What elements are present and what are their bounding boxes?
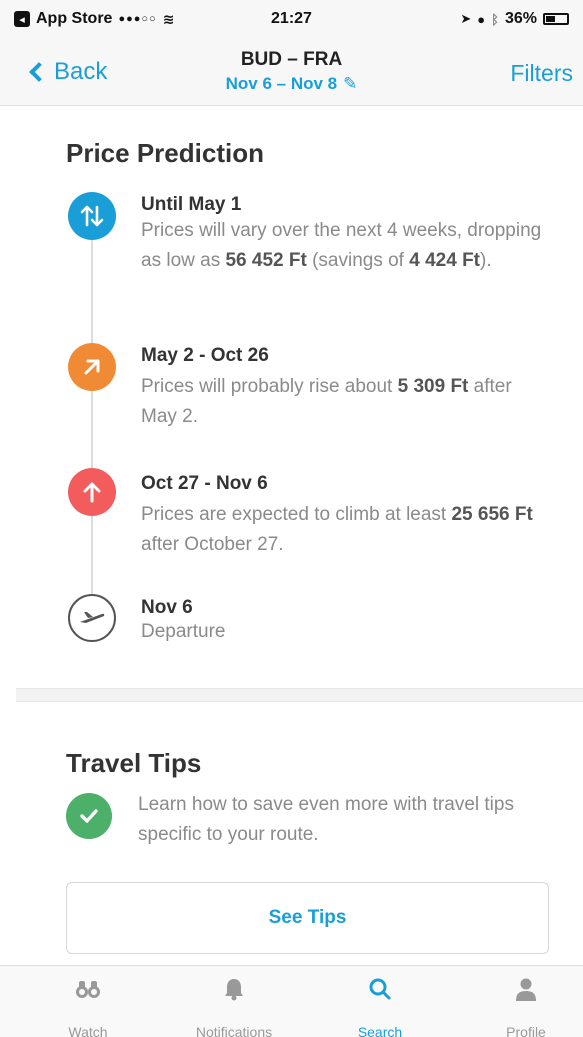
- navigation-bar: Back BUD – FRA Nov 6 – Nov 8 ✎ Filters: [0, 40, 583, 106]
- battery-icon: [543, 13, 569, 25]
- check-icon: [66, 793, 112, 839]
- arrow-up-right-icon: [68, 343, 116, 391]
- person-icon: [466, 974, 583, 1004]
- step-description: Prices will probably rise about 5 309 Ft…: [141, 376, 512, 427]
- step-description: Prices are expected to climb at least 25…: [141, 504, 533, 555]
- price-amount: 25 656 Ft: [451, 504, 533, 525]
- battery-percent: 36%: [504, 10, 537, 27]
- step-title: May 2 - Oct 26: [141, 345, 269, 366]
- status-bar: ◂ App Store ●●●○○ ≋ 21:27 ➤ ● ᛒ 36%: [0, 0, 583, 40]
- tab-label: Search: [357, 1024, 403, 1037]
- arrow-up-icon: [68, 468, 116, 516]
- tab-watch[interactable]: Watch: [28, 974, 148, 1037]
- tab-label: Profile: [506, 1024, 546, 1037]
- step-title: Nov 6: [141, 597, 193, 618]
- travel-tips-title: Travel Tips: [66, 748, 202, 778]
- tab-label: Notifications: [195, 1024, 273, 1037]
- filters-button[interactable]: Filters: [510, 60, 573, 87]
- tab-label: Watch: [68, 1024, 108, 1037]
- timeline-line: [91, 220, 93, 610]
- price-prediction-title: Price Prediction: [66, 138, 264, 168]
- price-amount: 56 452 Ft: [225, 250, 307, 271]
- tab-search[interactable]: Search: [320, 974, 440, 1037]
- savings-amount: 4 424 Ft: [409, 250, 481, 271]
- tab-notifications[interactable]: Notifications: [174, 974, 294, 1037]
- airplane-icon: [68, 594, 116, 642]
- route-title: BUD – FRA: [240, 49, 343, 70]
- tab-profile[interactable]: Profile: [466, 974, 583, 1037]
- up-down-arrows-icon: [68, 192, 116, 240]
- bluetooth-icon: ᛒ: [491, 11, 499, 27]
- section-divider: [16, 688, 583, 702]
- step-description: Prices will vary over the next 4 weeks, …: [141, 220, 542, 271]
- alarm-icon: ●: [477, 11, 486, 27]
- binoculars-icon: [28, 974, 148, 1004]
- bell-icon: [174, 974, 294, 1004]
- search-icon: [320, 974, 440, 1004]
- see-tips-button[interactable]: See Tips: [66, 882, 549, 954]
- step-description: Departure: [141, 621, 226, 642]
- step-title: Oct 27 - Nov 6: [141, 473, 268, 494]
- step-title: Until May 1: [141, 194, 242, 215]
- price-amount: 5 309 Ft: [397, 376, 469, 397]
- date-range-button[interactable]: Nov 6 – Nov 8 ✎: [0, 74, 583, 94]
- date-range-label: Nov 6 – Nov 8: [225, 74, 338, 93]
- location-icon: ➤: [460, 11, 472, 26]
- tab-bar: Watch Notifications Search Profile: [0, 965, 583, 1037]
- travel-tips-description: Learn how to save even more with travel …: [138, 794, 514, 845]
- pencil-icon: ✎: [343, 74, 358, 93]
